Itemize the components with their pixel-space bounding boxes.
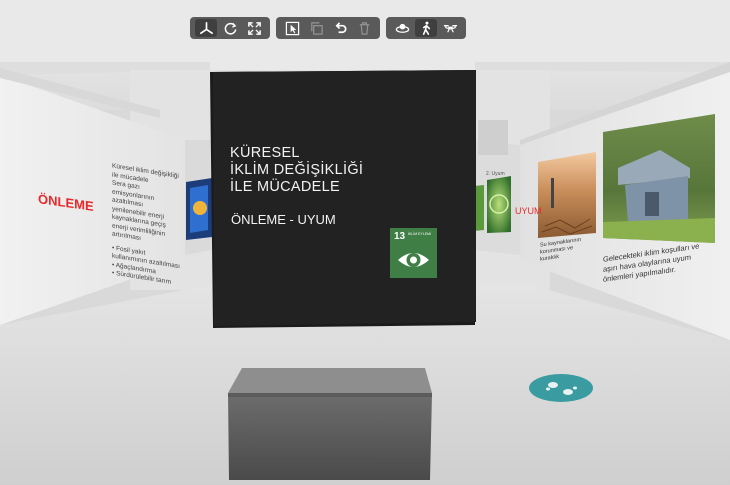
delete-icon [359,21,369,35]
copy-icon [310,21,323,35]
gallery-3d-scene [0,0,730,485]
orbit-icon [395,23,409,33]
drone-mode-button[interactable] [439,19,461,37]
orbit-mode-button[interactable] [391,19,413,37]
drone-icon [443,24,457,33]
floor-footprint-marker [529,374,593,402]
axis-view-button[interactable] [195,19,217,37]
eye-earth-icon [398,253,429,267]
select-button[interactable] [281,19,303,37]
select-icon [285,21,299,35]
center-panel-title: KÜRESEL İKLİM DEĞİŞİKLİĞİ İLE MÜCADELE [230,145,363,196]
walk-icon [422,21,430,35]
walk-mode-button[interactable] [415,19,437,37]
sdg13-badge[interactable]: 13 İKLİM EYLEMİ [390,228,437,278]
title-line-3: İLE MÜCADELE [230,179,340,195]
undo-icon [335,21,346,33]
right-wall-small-heading: 2. Uyum [486,171,505,177]
center-panel-subtitle: ÖNLEME - UYUM [231,212,336,227]
copy-button[interactable] [305,19,327,37]
title-line-2: İKLİM DEĞİŞİKLİĞİ [230,162,364,178]
title-line-1: KÜRESEL [230,145,300,161]
left-wall-text: Küresel iklim değişikliği ile mücadele S… [112,162,182,289]
delete-button[interactable] [353,19,375,37]
navigation-mode-group [386,17,466,39]
fullscreen-icon [247,21,261,35]
view-controls-group [190,17,270,39]
fullscreen-button[interactable] [243,19,265,37]
rotate-button[interactable] [219,19,241,37]
rotate-icon [224,22,236,35]
right-wall-heading: UYUM [515,206,542,216]
axis-view-icon [199,21,213,34]
undo-button[interactable] [329,19,351,37]
virtual-gallery-viewport[interactable]: KÜRESEL İKLİM DEĞİŞİKLİĞİ İLE MÜCADELE Ö… [0,0,730,485]
sdg-label: İKLİM EYLEMİ [408,232,431,236]
sdg-number: 13 [394,231,406,242]
viewer-toolbar [190,17,466,39]
edit-controls-group [276,17,380,39]
